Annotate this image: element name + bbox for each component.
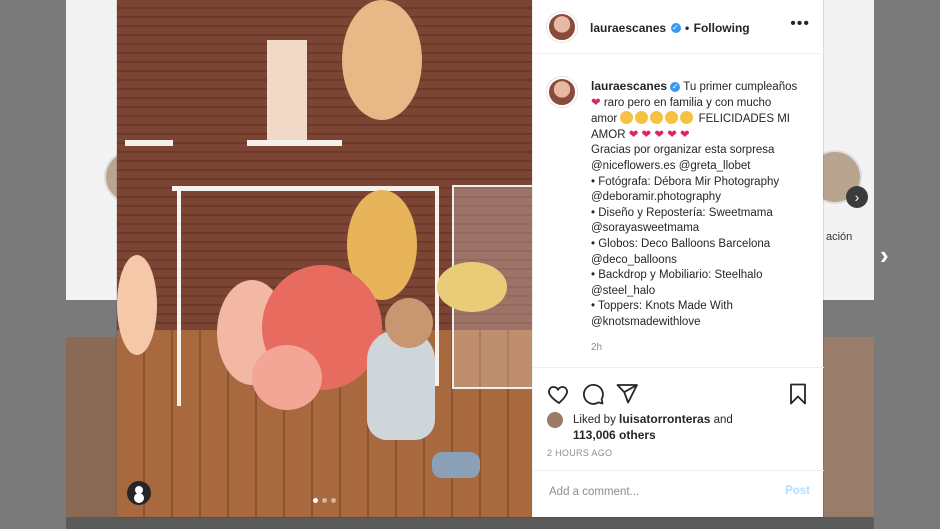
photo-table-leg — [177, 186, 181, 406]
comment-bar: Post — [533, 470, 824, 517]
carousel-dot — [331, 498, 336, 503]
caption-line: • Globos: Deco Balloons Barcelona — [591, 237, 771, 250]
likes-prefix: Liked by — [573, 414, 616, 426]
red-heart-emoji: ❤ — [591, 96, 601, 109]
author-username[interactable]: lauraescanes — [590, 21, 666, 35]
caption-line: Tu primer cumpleaños — [683, 81, 798, 93]
photo-cake — [267, 40, 307, 140]
caption-line: • Diseño y Repostería: Sweetmama — [591, 206, 773, 219]
heart-eyes-emoji — [620, 111, 634, 125]
background-story-label: ación — [826, 231, 853, 243]
post-comment-button[interactable]: Post — [785, 485, 810, 497]
next-post-arrow-icon[interactable]: › — [880, 240, 889, 271]
caption-line: amor — [591, 113, 618, 126]
photo-balloons — [252, 345, 322, 410]
carousel-indicator — [313, 498, 336, 503]
post-caption: lauraescanes ✓ Tu primer cumpleaños ❤ ra… — [591, 79, 817, 331]
post-header: lauraescanes ✓ • Following ••• — [533, 0, 824, 54]
comment-icon[interactable] — [581, 382, 605, 406]
caption-mentions[interactable]: @niceflowers.es @greta_llobet — [591, 159, 817, 175]
post-timestamp: 2 HOURS AGO — [547, 448, 613, 458]
heart-eyes-emoji — [665, 111, 679, 125]
verified-badge-icon: ✓ — [670, 81, 681, 92]
caption-author-avatar[interactable] — [547, 77, 577, 107]
photo-cake-table — [247, 140, 342, 146]
comment-input[interactable] — [547, 485, 771, 499]
tagged-users-icon[interactable] — [127, 481, 151, 505]
likes-count[interactable]: 113,006 others — [573, 428, 656, 442]
caption-mention[interactable]: @deboramir.photography — [591, 190, 817, 206]
caption-line: Gracias por organizar esta sorpresa — [591, 144, 775, 157]
post-modal: lauraescanes ✓ • Following ••• lauraesca… — [117, 0, 824, 517]
caption-mention[interactable]: @sorayasweetmama — [591, 221, 817, 237]
share-icon[interactable] — [615, 382, 639, 406]
photo-white-table — [172, 186, 437, 191]
caption-line: • Backdrop y Mobiliario: Steelhalo — [591, 269, 763, 282]
carousel-dot-active — [313, 498, 318, 503]
caption-mention[interactable]: @knotsmadewithlove — [591, 315, 817, 331]
carousel-dot — [322, 498, 327, 503]
liker-username[interactable]: luisatorronteras — [619, 412, 710, 426]
caption-line: raro pero en familia y con mucho — [603, 96, 772, 109]
caption-line: AMOR — [591, 128, 626, 141]
likes-summary: Liked by luisatorronteras and 113,006 ot… — [573, 412, 733, 444]
photo-baby-sock — [432, 452, 480, 478]
post-sidebar: lauraescanes ✓ • Following ••• lauraesca… — [532, 0, 824, 517]
photo-stand — [125, 140, 173, 146]
heart-eyes-emoji — [650, 111, 664, 125]
following-button[interactable]: Following — [694, 21, 750, 35]
background-chevron-right-icon: › — [846, 186, 868, 208]
caption-mention[interactable]: @deco_balloons — [591, 253, 817, 269]
red-hearts-emoji: ❤ ❤ ❤ ❤ ❤ — [628, 128, 690, 141]
caption-mention[interactable]: @steel_halo — [591, 284, 817, 300]
caption-line: • Fotógrafa: Débora Mir Photography — [591, 175, 780, 188]
follow-separator: • — [684, 21, 690, 35]
verified-badge-icon: ✓ — [670, 22, 681, 33]
post-photo[interactable] — [117, 0, 532, 517]
caption-time: 2h — [591, 342, 603, 353]
more-options-icon[interactable]: ••• — [790, 15, 810, 33]
photo-balloons — [342, 0, 422, 120]
save-bookmark-icon[interactable] — [786, 382, 810, 406]
background-thumbnail — [66, 337, 117, 517]
caption-line: • Toppers: Knots Made With — [591, 300, 733, 313]
like-heart-icon[interactable] — [547, 382, 571, 406]
background-thumbnail — [823, 337, 874, 517]
caption-line: FELICIDADES MI — [698, 113, 790, 126]
photo-baby-head — [385, 298, 433, 348]
liker-avatar[interactable] — [547, 412, 563, 428]
heart-eyes-emoji — [635, 111, 649, 125]
photo-balloons — [117, 255, 157, 355]
photo-balloons — [437, 262, 507, 312]
heart-eyes-emoji — [680, 111, 694, 125]
background-thumbnail — [66, 517, 874, 529]
author-avatar[interactable] — [547, 12, 577, 42]
caption-username[interactable]: lauraescanes — [591, 79, 667, 93]
post-actions: Liked by luisatorronteras and 113,006 ot… — [533, 367, 824, 458]
likes-conjunction: and — [713, 414, 733, 426]
